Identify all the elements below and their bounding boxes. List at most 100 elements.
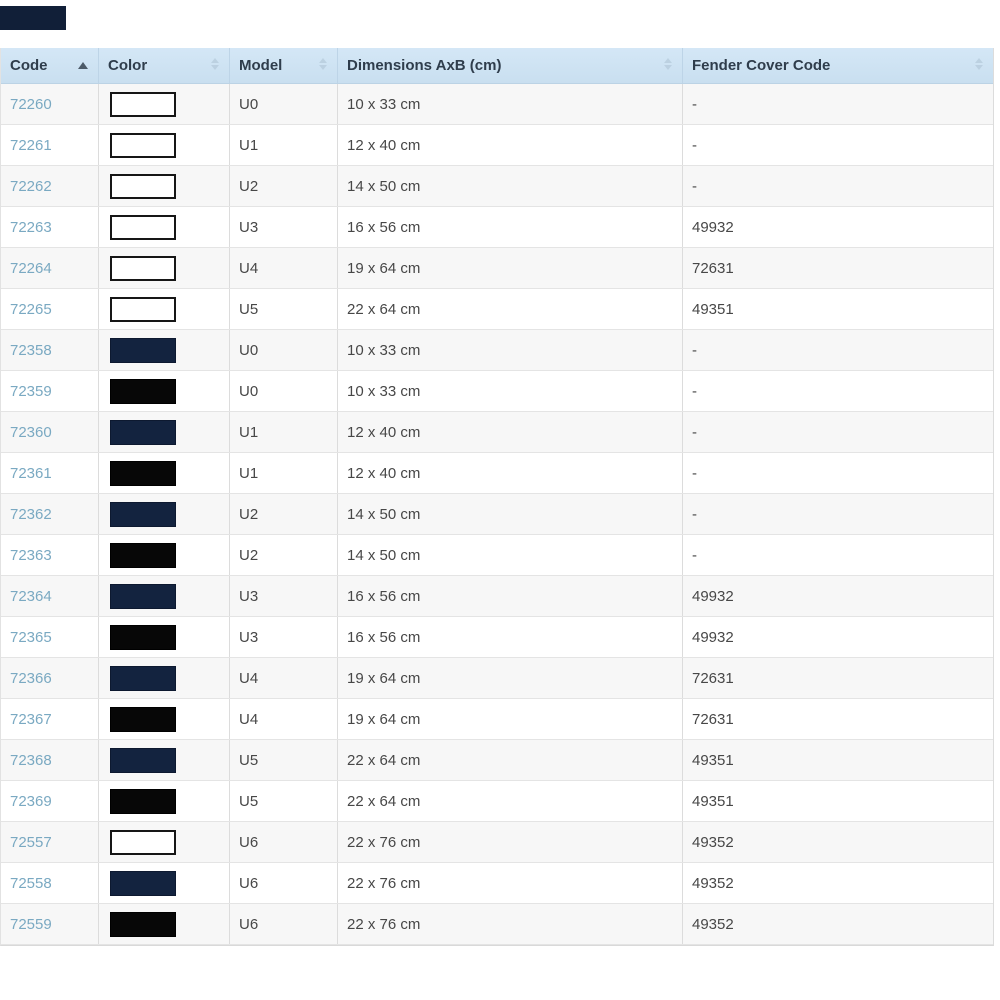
fender-cover-code-cell: 49351 bbox=[683, 289, 993, 329]
dimensions-cell: 12 x 40 cm bbox=[338, 125, 683, 165]
column-header-color[interactable]: Color bbox=[99, 48, 230, 83]
code-link[interactable]: 72368 bbox=[10, 752, 52, 769]
fender-cover-code-cell: 49351 bbox=[683, 781, 993, 821]
table-row: 72361 U1 12 x 40 cm - bbox=[1, 453, 993, 494]
color-swatch-black bbox=[110, 707, 176, 732]
table-body: 72260 U0 10 x 33 cm - 72261 U1 12 x 40 c… bbox=[1, 84, 993, 945]
column-header-fender[interactable]: Fender Cover Code bbox=[683, 48, 993, 83]
code-cell: 72367 bbox=[1, 699, 99, 739]
model-cell: U4 bbox=[230, 658, 338, 698]
color-swatch-navy bbox=[110, 584, 176, 609]
fender-cover-code-cell: 49932 bbox=[683, 617, 993, 657]
color-swatch-white bbox=[110, 297, 176, 322]
code-link[interactable]: 72358 bbox=[10, 342, 52, 359]
sort-toggle-icon bbox=[319, 58, 327, 70]
model-cell: U6 bbox=[230, 863, 338, 903]
code-link[interactable]: 72558 bbox=[10, 875, 52, 892]
code-cell: 72265 bbox=[1, 289, 99, 329]
model-cell: U1 bbox=[230, 412, 338, 452]
dimensions-cell: 22 x 76 cm bbox=[338, 822, 683, 862]
code-link[interactable]: 72559 bbox=[10, 916, 52, 933]
fender-cover-code-cell: - bbox=[683, 125, 993, 165]
fender-cover-code-cell: - bbox=[683, 166, 993, 206]
color-cell bbox=[99, 412, 230, 452]
code-cell: 72264 bbox=[1, 248, 99, 288]
column-header-model[interactable]: Model bbox=[230, 48, 338, 83]
dimensions-cell: 19 x 64 cm bbox=[338, 658, 683, 698]
code-link[interactable]: 72260 bbox=[10, 96, 52, 113]
code-link[interactable]: 72263 bbox=[10, 219, 52, 236]
sort-ascending-icon bbox=[78, 62, 88, 69]
fender-cover-code-cell: 72631 bbox=[683, 248, 993, 288]
dimensions-cell: 22 x 64 cm bbox=[338, 289, 683, 329]
column-header-label: Code bbox=[10, 57, 48, 74]
code-link[interactable]: 72366 bbox=[10, 670, 52, 687]
color-cell bbox=[99, 576, 230, 616]
dimensions-cell: 10 x 33 cm bbox=[338, 371, 683, 411]
table-row: 72264 U4 19 x 64 cm 72631 bbox=[1, 248, 993, 289]
fender-cover-code-cell: - bbox=[683, 84, 993, 124]
color-cell bbox=[99, 125, 230, 165]
model-cell: U6 bbox=[230, 904, 338, 944]
model-cell: U4 bbox=[230, 699, 338, 739]
column-header-label: Model bbox=[239, 57, 282, 74]
code-link[interactable]: 72359 bbox=[10, 383, 52, 400]
column-header-label: Dimensions AxB (cm) bbox=[347, 57, 501, 74]
model-cell: U6 bbox=[230, 822, 338, 862]
color-swatch-white bbox=[110, 133, 176, 158]
table-row: 72363 U2 14 x 50 cm - bbox=[1, 535, 993, 576]
dimensions-cell: 14 x 50 cm bbox=[338, 494, 683, 534]
color-cell bbox=[99, 740, 230, 780]
code-cell: 72364 bbox=[1, 576, 99, 616]
fender-cover-code-cell: 72631 bbox=[683, 658, 993, 698]
code-link[interactable]: 72364 bbox=[10, 588, 52, 605]
fender-cover-code-cell: - bbox=[683, 371, 993, 411]
table-row: 72260 U0 10 x 33 cm - bbox=[1, 84, 993, 125]
code-cell: 72359 bbox=[1, 371, 99, 411]
code-link[interactable]: 72361 bbox=[10, 465, 52, 482]
dimensions-cell: 16 x 56 cm bbox=[338, 207, 683, 247]
code-link[interactable]: 72362 bbox=[10, 506, 52, 523]
code-cell: 72368 bbox=[1, 740, 99, 780]
color-cell bbox=[99, 248, 230, 288]
table-row: 72366 U4 19 x 64 cm 72631 bbox=[1, 658, 993, 699]
color-swatch-navy bbox=[110, 338, 176, 363]
code-link[interactable]: 72557 bbox=[10, 834, 52, 851]
color-cell bbox=[99, 617, 230, 657]
table-row: 72559 U6 22 x 76 cm 49352 bbox=[1, 904, 993, 945]
fender-cover-code-cell: - bbox=[683, 535, 993, 575]
code-link[interactable]: 72363 bbox=[10, 547, 52, 564]
table-row: 72558 U6 22 x 76 cm 49352 bbox=[1, 863, 993, 904]
column-header-dim[interactable]: Dimensions AxB (cm) bbox=[338, 48, 683, 83]
table-header-row: Code Color Model Dimensions AxB (cm) Fender … bbox=[1, 48, 993, 84]
model-cell: U3 bbox=[230, 576, 338, 616]
table-row: 72358 U0 10 x 33 cm - bbox=[1, 330, 993, 371]
model-cell: U1 bbox=[230, 453, 338, 493]
table-row: 72365 U3 16 x 56 cm 49932 bbox=[1, 617, 993, 658]
color-cell bbox=[99, 822, 230, 862]
code-link[interactable]: 72367 bbox=[10, 711, 52, 728]
fender-cover-code-cell: 49352 bbox=[683, 822, 993, 862]
fender-cover-code-cell: 49351 bbox=[683, 740, 993, 780]
table-row: 72263 U3 16 x 56 cm 49932 bbox=[1, 207, 993, 248]
code-cell: 72366 bbox=[1, 658, 99, 698]
column-header-code[interactable]: Code bbox=[1, 48, 99, 83]
code-link[interactable]: 72369 bbox=[10, 793, 52, 810]
code-link[interactable]: 72261 bbox=[10, 137, 52, 154]
code-cell: 72361 bbox=[1, 453, 99, 493]
fender-cover-code-cell: 49932 bbox=[683, 207, 993, 247]
code-link[interactable]: 72265 bbox=[10, 301, 52, 318]
color-swatch-black bbox=[110, 461, 176, 486]
color-swatch-navy bbox=[110, 666, 176, 691]
code-link[interactable]: 72264 bbox=[10, 260, 52, 277]
code-link[interactable]: 72262 bbox=[10, 178, 52, 195]
color-swatch-navy bbox=[110, 420, 176, 445]
code-link[interactable]: 72365 bbox=[10, 629, 52, 646]
code-cell: 72558 bbox=[1, 863, 99, 903]
color-swatch-navy bbox=[110, 502, 176, 527]
color-cell bbox=[99, 494, 230, 534]
code-link[interactable]: 72360 bbox=[10, 424, 52, 441]
model-cell: U0 bbox=[230, 84, 338, 124]
color-cell bbox=[99, 330, 230, 370]
partial-color-swatch-navy bbox=[0, 6, 66, 30]
